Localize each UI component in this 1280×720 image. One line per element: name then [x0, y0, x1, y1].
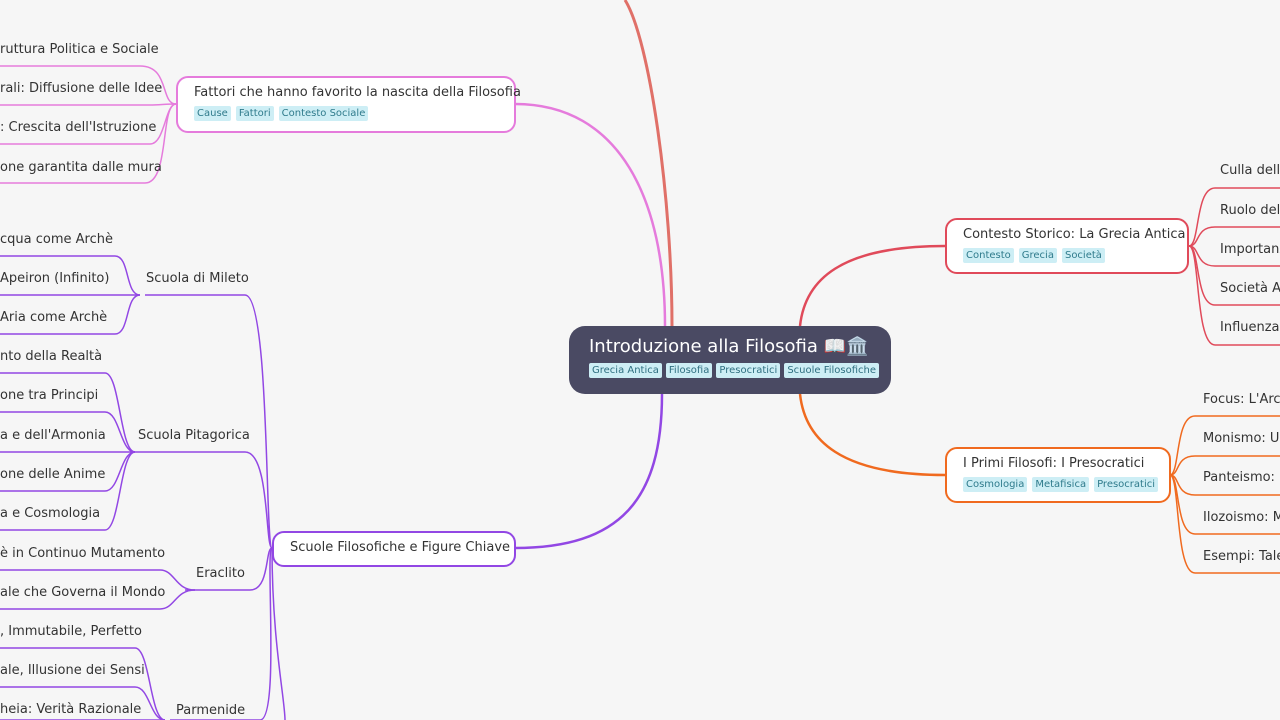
node-tags: Cosmologia Metafisica Presocratici — [963, 477, 1159, 492]
node-tags: Contesto Grecia Società — [963, 248, 1171, 263]
subnode-pitagorica[interactable]: Scuola Pitagorica — [138, 428, 250, 443]
leaf-node[interactable]: a e dell'Armonia — [0, 428, 106, 443]
leaf-node[interactable]: Focus: L'Arch — [1203, 392, 1280, 407]
leaf-node[interactable]: Culla della — [1220, 163, 1280, 178]
leaf-node[interactable]: Esempi: Talet — [1203, 549, 1280, 564]
node-scuole[interactable]: Scuole Filosofiche e Figure Chiave — [272, 531, 516, 567]
node-primi-filosofi[interactable]: I Primi Filosofi: I Presocratici Cosmolo… — [945, 447, 1171, 503]
tag[interactable]: Cosmologia — [963, 477, 1028, 492]
leaf-node[interactable]: one tra Principi — [0, 388, 98, 403]
node-title: I Primi Filosofi: I Presocratici — [963, 456, 1145, 471]
node-fattori[interactable]: Fattori che hanno favorito la nascita de… — [176, 76, 521, 133]
leaf-node[interactable]: : Crescita dell'Istruzione — [0, 120, 156, 135]
leaf-node[interactable]: a e Cosmologia — [0, 506, 100, 521]
tag[interactable]: Presocratici — [716, 363, 781, 378]
tag[interactable]: Contesto — [963, 248, 1014, 263]
leaf-node[interactable]: ale che Governa il Mondo — [0, 585, 165, 600]
leaf-node[interactable]: Importanz — [1220, 242, 1280, 257]
leaf-node[interactable]: Ilozoismo: Ma — [1203, 510, 1280, 525]
tag[interactable]: Società — [1061, 248, 1105, 263]
leaf-node[interactable]: heia: Verità Razionale — [0, 702, 141, 717]
root-node[interactable]: Introduzione alla Filosofia 📖🏛️ Grecia A… — [569, 326, 891, 394]
tag[interactable]: Cause — [194, 106, 231, 121]
node-title: Contesto Storico: La Grecia Antica — [963, 227, 1186, 242]
root-tags: Grecia Antica Filosofia Presocratici Scu… — [589, 363, 880, 378]
leaf-node[interactable]: rali: Diffusione delle Idee — [0, 81, 162, 96]
leaf-node[interactable]: one garantita dalle mura — [0, 160, 162, 175]
leaf-node[interactable]: Società Ap — [1220, 281, 1280, 296]
leaf-node[interactable]: one delle Anime — [0, 467, 105, 482]
tag[interactable]: Metafisica — [1032, 477, 1090, 492]
root-title: Introduzione alla Filosofia 📖🏛️ — [589, 336, 869, 357]
leaf-node[interactable]: Panteismo: D — [1203, 470, 1280, 485]
leaf-node[interactable]: Monismo: Un — [1203, 431, 1280, 446]
leaf-node[interactable]: , Immutabile, Perfetto — [0, 624, 142, 639]
tag[interactable]: Presocratici — [1094, 477, 1159, 492]
node-tags: Cause Fattori Contesto Sociale — [194, 106, 498, 121]
leaf-node[interactable]: cqua come Archè — [0, 232, 113, 247]
tag[interactable]: Fattori — [235, 106, 274, 121]
leaf-node[interactable]: nto della Realtà — [0, 349, 102, 364]
leaf-node[interactable]: ruttura Politica e Sociale — [0, 42, 159, 57]
leaf-node[interactable]: Ruolo dell — [1220, 203, 1280, 218]
node-title: Fattori che hanno favorito la nascita de… — [194, 85, 521, 100]
tag[interactable]: Grecia — [1018, 248, 1057, 263]
leaf-node[interactable]: è in Continuo Mutamento — [0, 546, 165, 561]
tag[interactable]: Scuole Filosofiche — [784, 363, 880, 378]
node-contesto[interactable]: Contesto Storico: La Grecia Antica Conte… — [945, 218, 1189, 274]
subnode-eraclito[interactable]: Eraclito — [196, 566, 245, 581]
subnode-mileto[interactable]: Scuola di Mileto — [146, 271, 249, 286]
leaf-node[interactable]: Apeiron (Infinito) — [0, 271, 109, 286]
leaf-node[interactable]: ale, Illusione dei Sensi — [0, 663, 145, 678]
leaf-node[interactable]: Influenza c — [1220, 320, 1280, 335]
tag[interactable]: Contesto Sociale — [278, 106, 369, 121]
leaf-node[interactable]: Aria come Archè — [0, 310, 107, 325]
subnode-parmenide[interactable]: Parmenide — [176, 703, 245, 718]
tag[interactable]: Grecia Antica — [589, 363, 662, 378]
node-title: Scuole Filosofiche e Figure Chiave — [290, 540, 511, 555]
tag[interactable]: Filosofia — [665, 363, 713, 378]
